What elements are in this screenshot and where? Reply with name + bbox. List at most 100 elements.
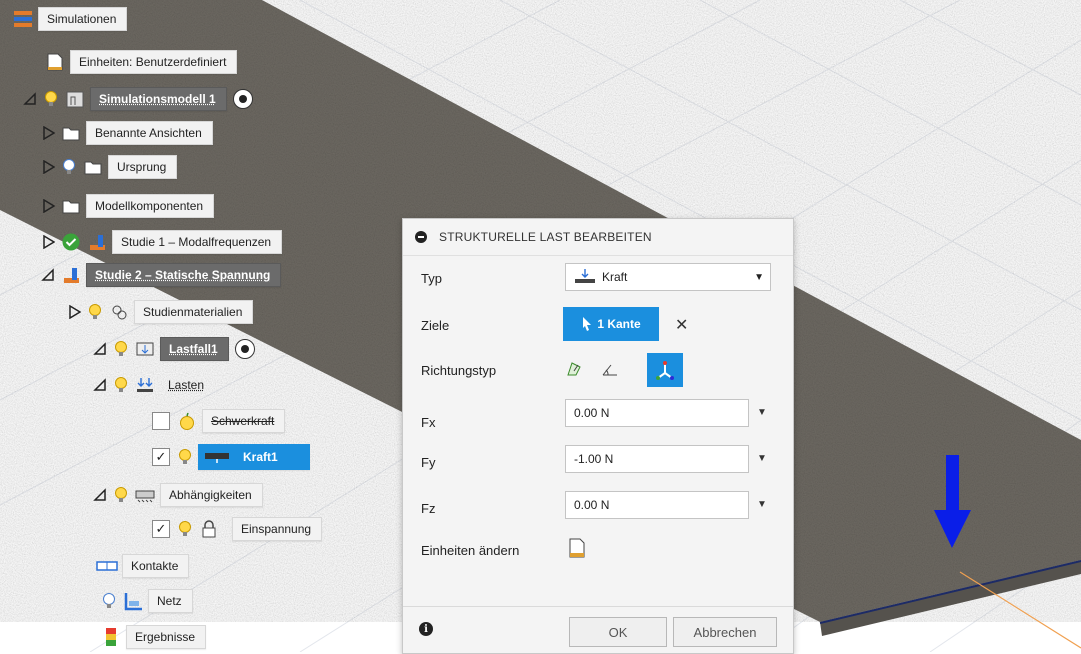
change-units-label: Einheiten ändern (421, 543, 520, 558)
targets-value: 1 Kante (597, 317, 641, 331)
visibility-bulb-icon[interactable] (112, 485, 130, 505)
dialog-footer: i OK Abbrechen (403, 606, 793, 653)
fz-dropdown-icon[interactable]: ▼ (757, 499, 767, 510)
clear-selection-icon[interactable]: ✕ (675, 315, 688, 335)
cancel-button[interactable]: Abbrechen (673, 617, 777, 647)
dialog-title: STRUKTURELLE LAST BEARBEITEN (439, 230, 652, 244)
angle-direction-icon[interactable] (599, 357, 621, 381)
tree-label: Modellkomponenten (86, 193, 215, 218)
targets-label: Ziele (421, 318, 450, 333)
tree-load-case[interactable]: Lastfall1 (92, 336, 255, 361)
expanded-triangle-icon[interactable] (92, 487, 108, 503)
visibility-bulb-icon[interactable] (60, 157, 78, 177)
fz-label: Fz (421, 501, 436, 516)
model-component-icon (64, 89, 86, 109)
fy-value: -1.00 N (574, 452, 614, 466)
fx-input[interactable]: 0.00 N (565, 399, 749, 427)
fixed-checkbox[interactable]: ✓ (152, 519, 170, 538)
visibility-bulb-icon[interactable] (100, 591, 118, 611)
normal-direction-icon[interactable] (563, 357, 585, 381)
tree-label: Abhängigkeiten (160, 482, 263, 507)
tree-model-components[interactable]: Modellkomponenten (40, 193, 215, 218)
tree-fixed-support[interactable]: ✓ Einspannung (152, 516, 323, 541)
constraints-icon (134, 485, 156, 505)
loads-icon (134, 375, 156, 395)
gravity-checkbox[interactable] (152, 411, 170, 430)
activate-radio[interactable] (232, 88, 253, 109)
force-checkbox[interactable]: ✓ (152, 447, 170, 466)
type-select[interactable]: Kraft ▼ (565, 263, 771, 291)
tree-label: Ursprung (108, 154, 178, 179)
tree-study-materials[interactable]: Studienmaterialien (66, 299, 254, 324)
simulation-root-icon (12, 9, 34, 29)
tree-named-views[interactable]: Benannte Ansichten (40, 120, 213, 145)
fz-input[interactable]: 0.00 N (565, 491, 749, 519)
tree-simulation-model[interactable]: Simulationsmodell 1 (22, 86, 253, 111)
visibility-bulb-icon[interactable] (176, 447, 194, 467)
tree-study-2[interactable]: Studie 2 – Statische Spannung (40, 262, 282, 287)
document-icon (44, 52, 66, 72)
visibility-bulb-icon[interactable] (176, 519, 194, 539)
targets-selection-button[interactable]: 1 Kante (563, 307, 659, 341)
vector-direction-icon[interactable] (647, 353, 683, 387)
fx-value: 0.00 N (574, 406, 610, 420)
fy-label: Fy (421, 455, 436, 470)
load-case-icon (134, 339, 156, 359)
tree-loads[interactable]: Lasten (92, 372, 214, 397)
collapsed-triangle-icon[interactable] (66, 304, 82, 320)
type-label: Typ (421, 271, 442, 286)
direction-type-label: Richtungstyp (421, 363, 497, 378)
expanded-triangle-icon[interactable] (40, 267, 56, 283)
collapsed-triangle-icon[interactable] (40, 125, 56, 141)
activate-radio[interactable] (234, 338, 255, 359)
lock-icon (198, 519, 220, 539)
materials-icon (108, 302, 130, 322)
folder-icon (60, 123, 82, 143)
tree-label: Einheiten: Benutzerdefiniert (70, 49, 238, 74)
tree-mesh[interactable]: Netz (100, 588, 193, 613)
tree-label: Simulationen (38, 6, 128, 31)
fy-dropdown-icon[interactable]: ▼ (757, 453, 767, 464)
study-icon (86, 232, 108, 252)
folder-icon (82, 157, 104, 177)
results-icon (100, 627, 122, 647)
expanded-triangle-icon[interactable] (92, 341, 108, 357)
tree-label: Lasten (168, 377, 205, 392)
tree-label: Simulationsmodell 1 (90, 86, 227, 111)
tree-units[interactable]: Einheiten: Benutzerdefiniert (44, 49, 238, 74)
visibility-bulb-icon[interactable] (112, 339, 130, 359)
collapse-icon[interactable] (415, 231, 427, 243)
tree-label: Schwerkraft (202, 408, 286, 433)
tree-label: Kontakte (122, 553, 190, 578)
fy-input[interactable]: -1.00 N (565, 445, 749, 473)
tree-contacts[interactable]: Kontakte (96, 553, 190, 578)
expanded-triangle-icon[interactable] (22, 91, 38, 107)
tree-label: Lastfall1 (160, 336, 229, 361)
collapsed-triangle-icon[interactable] (40, 234, 56, 250)
visibility-bulb-icon[interactable] (112, 375, 130, 395)
study-icon (60, 265, 82, 285)
tree-results[interactable]: Ergebnisse (100, 624, 207, 649)
change-units-icon[interactable] (567, 537, 587, 559)
collapsed-triangle-icon[interactable] (40, 159, 56, 175)
fx-dropdown-icon[interactable]: ▼ (757, 407, 767, 418)
tree-study-1[interactable]: Studie 1 – Modalfrequenzen (40, 229, 283, 254)
force-label-text: Kraft1 (243, 449, 278, 464)
expanded-triangle-icon[interactable] (92, 377, 108, 393)
force-type-icon (574, 268, 596, 286)
ok-button[interactable]: OK (569, 617, 667, 647)
tree-constraints[interactable]: Abhängigkeiten (92, 482, 263, 507)
collapsed-triangle-icon[interactable] (40, 198, 56, 214)
tree-root-simulations[interactable]: Simulationen (12, 6, 128, 31)
tree-gravity[interactable]: Schwerkraft (152, 408, 286, 433)
tree-label: Studie 1 – Modalfrequenzen (112, 229, 283, 254)
tree-force-1[interactable]: ✓ Kraft1 (152, 443, 310, 470)
tree-origin[interactable]: Ursprung (40, 154, 178, 179)
visibility-bulb-icon[interactable] (42, 89, 60, 109)
visibility-bulb-icon[interactable] (86, 302, 104, 322)
info-icon[interactable]: i (419, 622, 433, 636)
tree-label: Studie 2 – Statische Spannung (86, 262, 282, 287)
fz-value: 0.00 N (574, 498, 610, 512)
chevron-down-icon: ▼ (754, 271, 764, 283)
dialog-header[interactable]: STRUKTURELLE LAST BEARBEITEN (403, 219, 793, 256)
